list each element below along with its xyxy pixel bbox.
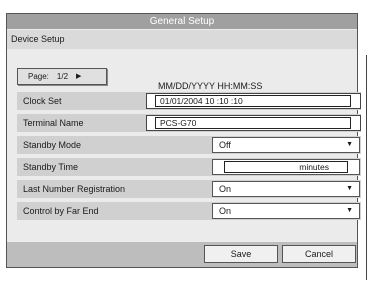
dropdown-arrow-icon: ▼ [346,185,353,192]
dropdown-arrow-icon: ▼ [346,141,353,148]
window-title: General Setup [7,14,357,29]
standby-time-label: Standby Time [23,162,79,172]
page-value: 1/2 [56,72,69,81]
clock-set-row: Clock Set 01/01/2004 10 :10 :10 [17,92,361,110]
save-button[interactable]: Save [204,245,278,263]
button-bar: Save Cancel [7,242,357,267]
standby-time-field-frame: minutes [212,159,360,175]
standby-mode-value: Off [219,140,231,150]
dropdown-arrow-icon: ▼ [346,207,353,214]
control-by-far-end-row: Control by Far End On ▼ [17,202,361,220]
last-number-registration-row: Last Number Registration On ▼ [17,180,361,198]
last-number-registration-value: On [219,184,232,194]
control-by-far-end-select[interactable]: On ▼ [212,203,360,219]
general-setup-window: General Setup Device Setup Page: 1/2 ▶ M… [6,13,361,268]
page-label: Page: [28,72,49,81]
standby-time-row: Standby Time minutes [17,158,361,176]
page-border-line [366,55,367,280]
terminal-name-input[interactable]: PCS-G70 [155,117,351,129]
clock-set-field-frame: 01/01/2004 10 :10 :10 [146,93,361,109]
cancel-button[interactable]: Cancel [282,245,356,263]
last-number-registration-select[interactable]: On ▼ [212,181,360,197]
control-by-far-end-value: On [219,206,232,216]
page-button[interactable]: Page: 1/2 ▶ [17,68,107,85]
triangle-right-icon: ▶ [76,73,82,80]
standby-time-input[interactable]: minutes [224,161,348,173]
date-format-hint: MM/DD/YYYY HH:MM:SS [158,81,263,91]
section-title: Device Setup [7,30,357,49]
standby-mode-select[interactable]: Off ▼ [212,137,360,153]
terminal-name-row: Terminal Name PCS-G70 [17,114,361,132]
standby-mode-label: Standby Mode [23,140,82,150]
terminal-name-field-frame: PCS-G70 [146,115,361,131]
terminal-name-label: Terminal Name [23,118,84,128]
clock-set-input[interactable]: 01/01/2004 10 :10 :10 [155,95,351,107]
clock-set-label: Clock Set [23,96,62,106]
standby-mode-row: Standby Mode Off ▼ [17,136,361,154]
control-by-far-end-label: Control by Far End [23,206,99,216]
last-number-registration-label: Last Number Registration [23,184,126,194]
